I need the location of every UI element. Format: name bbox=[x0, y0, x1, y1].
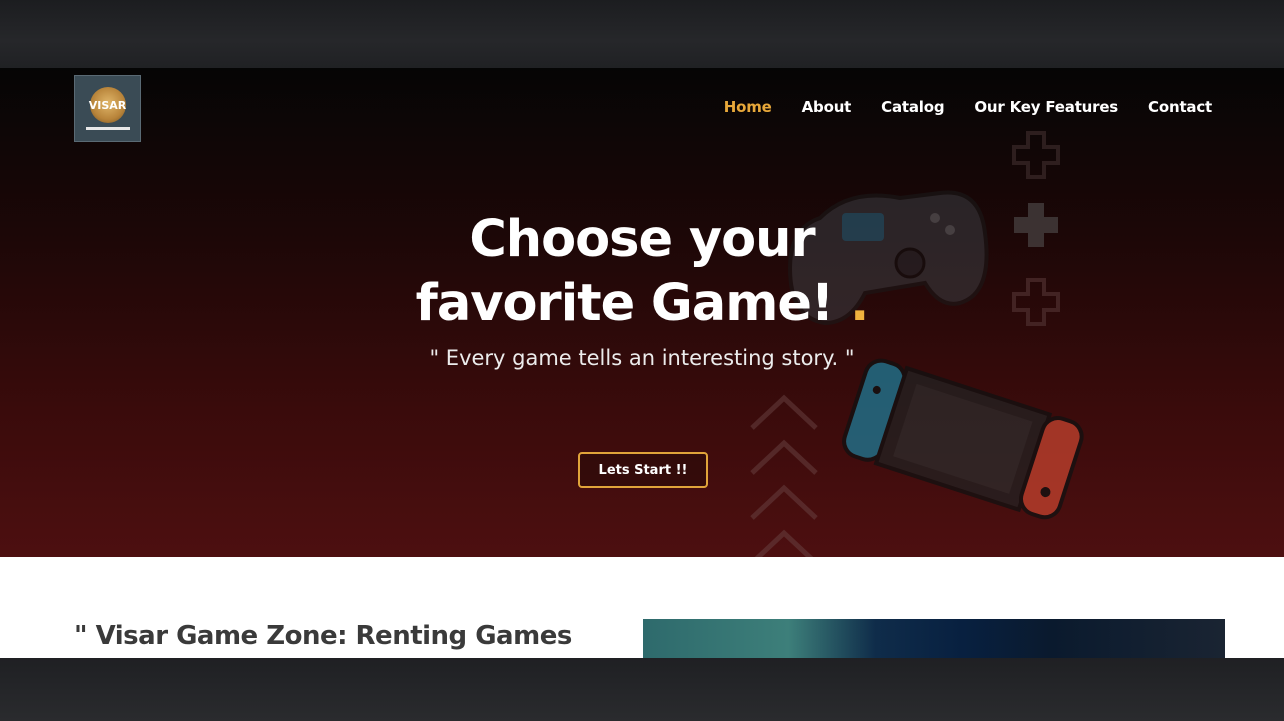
handheld-console-icon bbox=[842, 358, 1084, 520]
nav-item-about[interactable]: About bbox=[802, 98, 852, 116]
lets-start-button[interactable]: Lets Start !! bbox=[578, 452, 708, 488]
window-frame-bottom bbox=[0, 658, 1284, 721]
logo-badge-icon: VISAR bbox=[88, 87, 127, 123]
main-nav: Home About Catalog Our Key Features Cont… bbox=[724, 98, 1212, 116]
hero-title-line2: favorite Game! bbox=[415, 274, 835, 333]
dpad-cross-icon bbox=[1012, 131, 1060, 179]
chevron-up-icon bbox=[750, 394, 818, 557]
logo-underline bbox=[85, 127, 130, 130]
dpad-cross-icon bbox=[1012, 278, 1060, 326]
about-heading: " Visar Game Zone: Renting Games bbox=[74, 621, 572, 651]
hero-section: VISAR Home About Catalog Our Key Feature… bbox=[0, 68, 1284, 557]
nav-item-catalog[interactable]: Catalog bbox=[881, 98, 944, 116]
nav-item-key-features[interactable]: Our Key Features bbox=[974, 98, 1118, 116]
about-image bbox=[643, 619, 1225, 658]
hero-title-dot: . bbox=[849, 274, 869, 333]
hero-title-line1: Choose your bbox=[469, 210, 815, 269]
site-logo[interactable]: VISAR bbox=[74, 75, 141, 142]
dpad-cross-icon bbox=[1014, 203, 1058, 247]
logo-text: VISAR bbox=[88, 98, 127, 112]
nav-item-contact[interactable]: Contact bbox=[1148, 98, 1212, 116]
hero-title: Choose your favorite Game! . bbox=[300, 208, 984, 336]
hero-subtitle: " Every game tells an interesting story.… bbox=[429, 346, 855, 370]
window-frame-top bbox=[0, 0, 1284, 68]
nav-item-home[interactable]: Home bbox=[724, 98, 772, 116]
page-viewport: VISAR Home About Catalog Our Key Feature… bbox=[0, 68, 1284, 658]
